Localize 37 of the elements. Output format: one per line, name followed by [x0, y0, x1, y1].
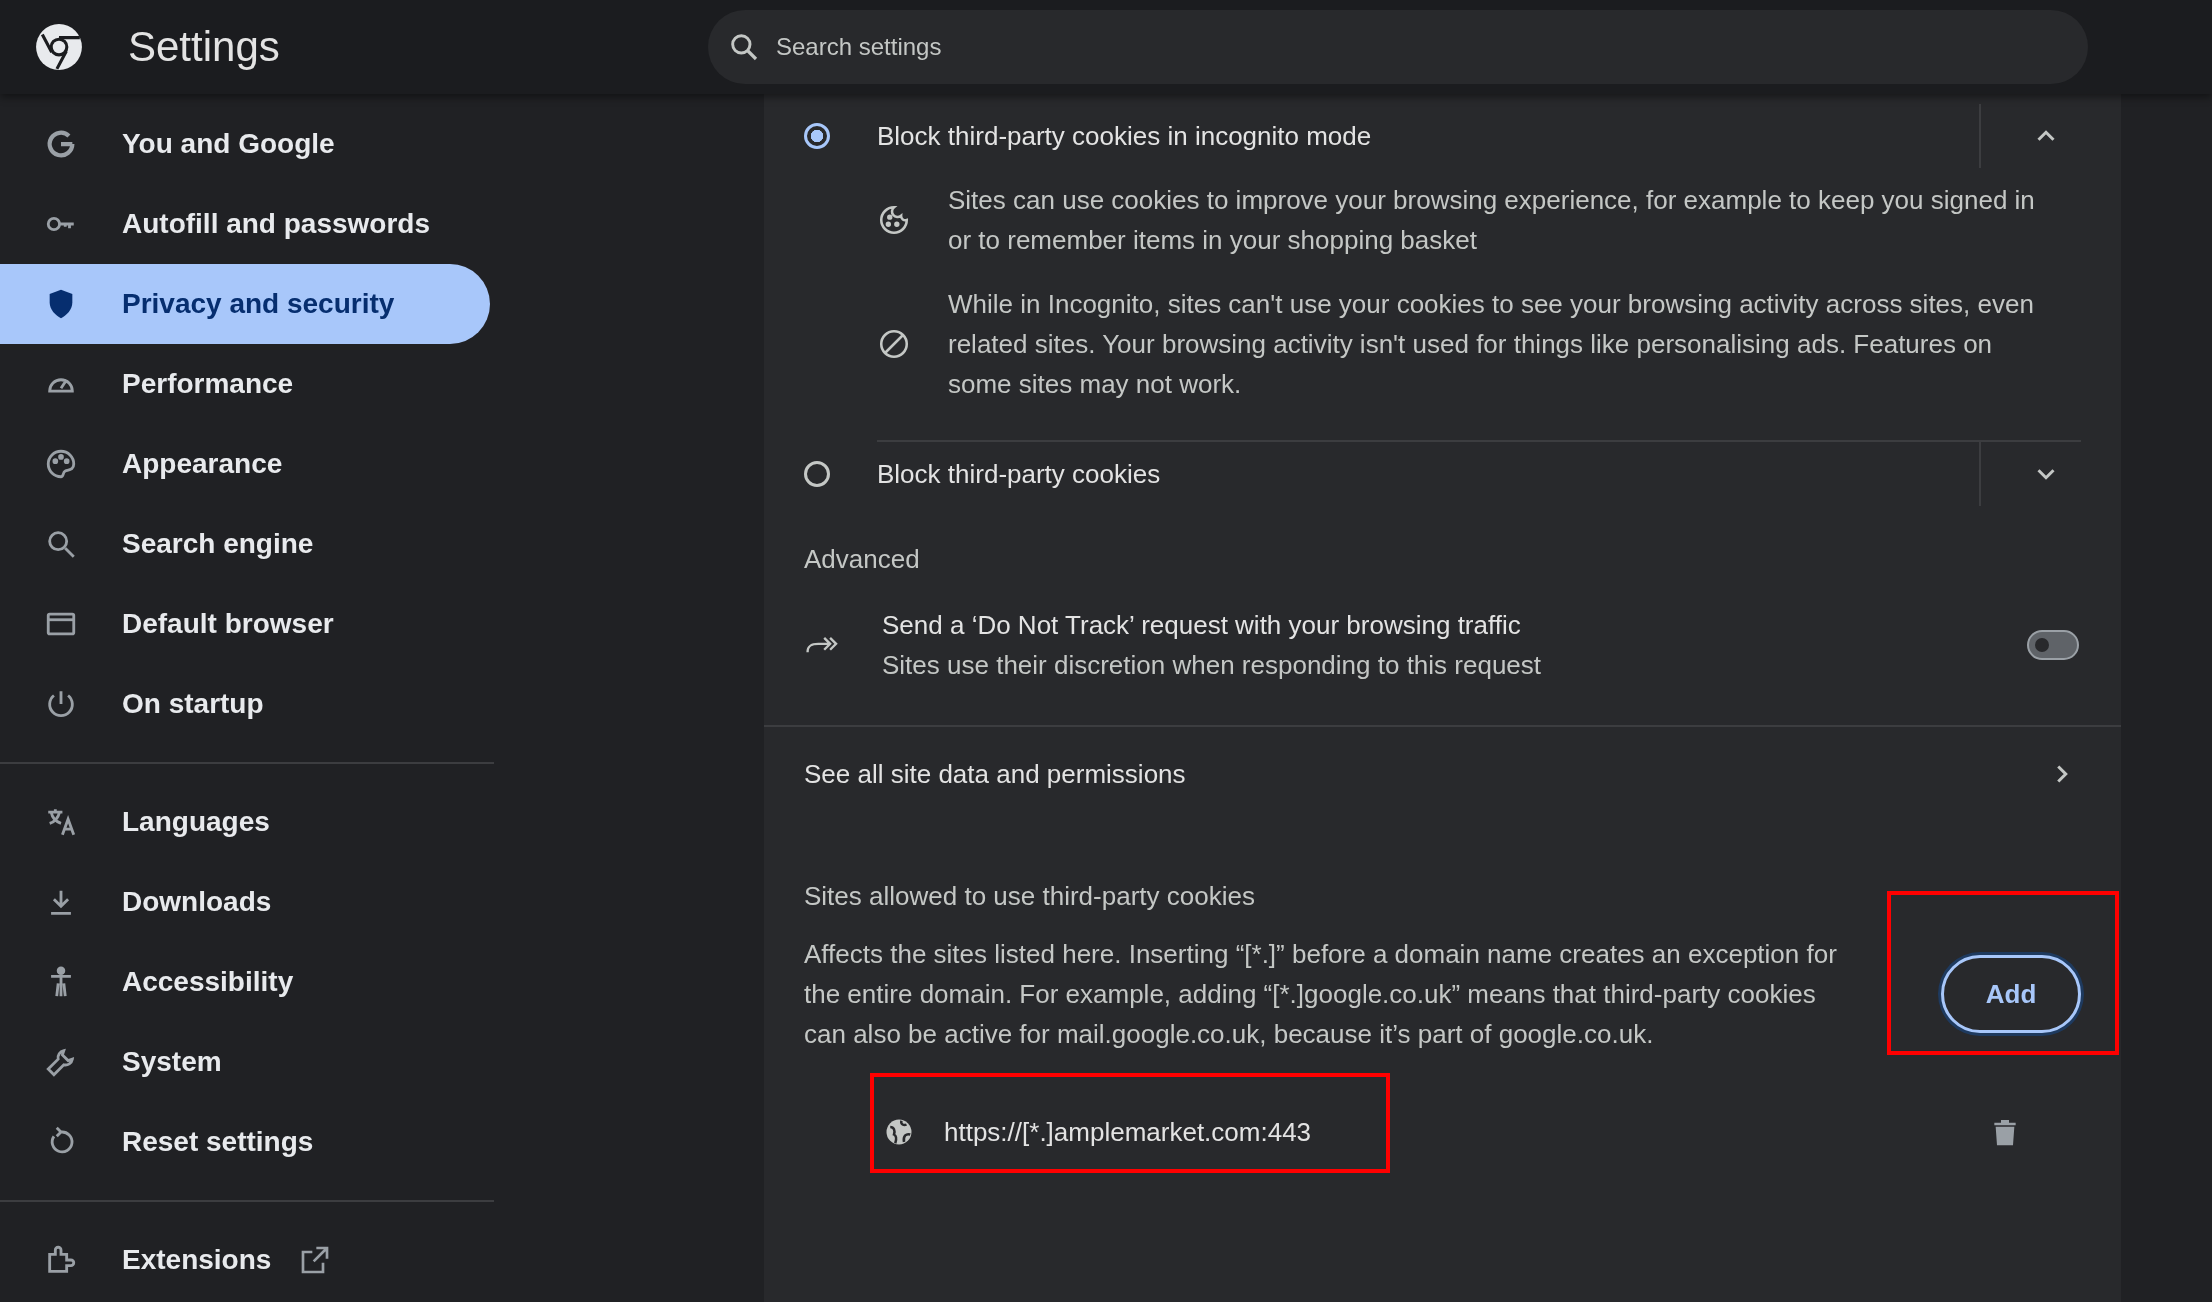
sidebar-item[interactable]: Default browser: [0, 584, 490, 664]
site-url: https://[*.]amplemarket.com:443: [944, 1116, 1312, 1148]
sidebar-item[interactable]: You and Google: [0, 104, 490, 184]
sidebar-item[interactable]: System: [0, 1022, 490, 1102]
sidebar-item[interactable]: Extensions: [0, 1220, 490, 1300]
option-label: Block third-party cookies: [877, 458, 1162, 490]
sidebar-item[interactable]: Performance: [0, 344, 490, 424]
sidebar-item[interactable]: Autofill and passwords: [0, 184, 490, 264]
site-data-link[interactable]: See all site data and permissions: [764, 725, 2121, 821]
toggle-switch[interactable]: [2027, 630, 2079, 660]
page-title: Settings: [128, 23, 281, 71]
radio-button[interactable]: [804, 461, 830, 487]
block-icon: [877, 327, 911, 361]
palette-icon: [44, 447, 78, 481]
description-text: Affects the sites listed here. Inserting “[*.]” before a domain name creates an exception for the entire domain. For example, adding “[*.]google.co.uk” means that third-party cookies can also be active for mail.google.co.uk, because it’s part of google.co.uk.: [804, 938, 1838, 1051]
browser-logo-icon: [34, 22, 84, 72]
sidebar-item[interactable]: Appearance: [0, 424, 490, 504]
sidebar-item[interactable]: Search engine: [0, 504, 490, 584]
setting-description: Sites use their discretion when responding to this request: [882, 649, 1543, 682]
search-field[interactable]: Search settings: [708, 10, 2088, 84]
sidebar-item[interactable]: Privacy and security: [0, 264, 490, 344]
sidebar-item[interactable]: On startup: [0, 664, 490, 744]
sidebar-item[interactable]: Downloads: [0, 862, 490, 942]
section-heading: Sites allowed to use third-party cookies: [804, 881, 1256, 912]
section-heading: Advanced: [804, 544, 921, 575]
sidebar-item[interactable]: Languages: [0, 782, 490, 862]
globe-icon: [884, 1117, 914, 1147]
detail-text: Sites can use cookies to improve your browsing experience, for example to keep you signed in or to remember items in your shopping basket: [948, 184, 2036, 257]
cookie-icon: [877, 203, 911, 237]
radio-button[interactable]: [804, 123, 830, 149]
sidebar-item[interactable]: Reset settings: [0, 1102, 490, 1182]
sidebar-item[interactable]: Accessibility: [0, 942, 490, 1022]
detail-text: While in Incognito, sites can't use your cookies to see your browsing activity across sites, even related sites. Your browsing activity isn't used for things like personalising ads. Features on some sites may not work.: [948, 288, 2035, 401]
option-label: Block third-party cookies in incognito mode: [877, 120, 1373, 152]
search-icon: [728, 31, 760, 63]
add-button[interactable]: Add: [1941, 955, 2081, 1033]
setting-title: Send a ‘Do Not Track’ request with your browsing traffic: [882, 609, 1522, 642]
